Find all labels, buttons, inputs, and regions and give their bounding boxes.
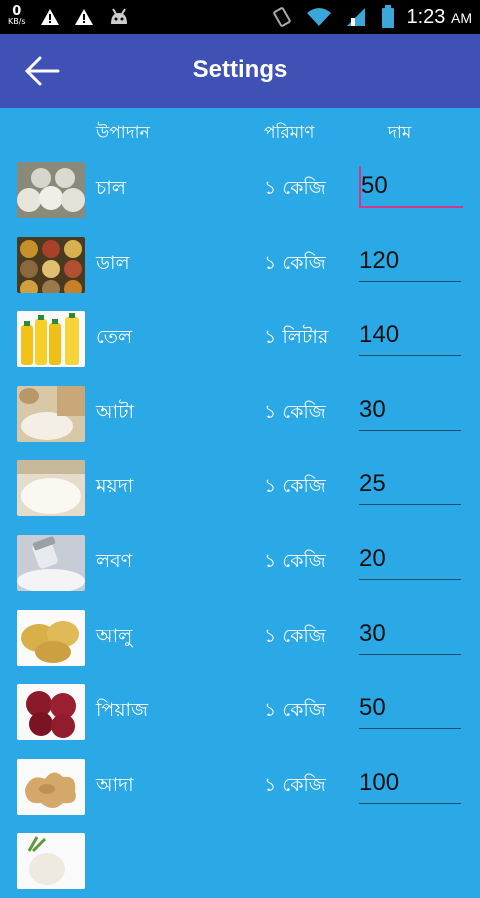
item-name: ময়দা — [96, 475, 134, 498]
warning-icon — [40, 9, 59, 25]
column-header-item: উপাদান — [96, 123, 150, 143]
page-title: Settings — [192, 56, 288, 83]
vibrate-icon — [272, 7, 291, 27]
item-quantity: ১ কেজি — [264, 251, 326, 274]
onion-image — [17, 684, 85, 741]
wifi-icon — [306, 8, 331, 26]
list-item: ময়দা ১ কেজি — [0, 450, 480, 525]
android-debug-icon — [110, 8, 127, 24]
item-name: ডাল — [96, 251, 130, 274]
price-input[interactable] — [359, 688, 461, 730]
price-input[interactable] — [359, 389, 461, 431]
ingredient-list: চাল ১ কেজি ডাল ১ কেজি তেল ১ লিটার আটা ১ … — [0, 152, 480, 898]
potato-image — [17, 609, 85, 666]
list-item: তেল ১ লিটার — [0, 301, 480, 376]
clock-time: 1:23 — [406, 5, 446, 28]
item-quantity: ১ কেজি — [264, 699, 326, 722]
column-header: উপাদান পরিমাণ দাম — [0, 108, 480, 152]
garlic-image — [17, 833, 85, 890]
clock-ampm: AM — [451, 9, 472, 26]
signal-icon — [346, 8, 365, 26]
item-name: পিয়াজ — [96, 699, 149, 722]
list-item: আদা ১ কেজি — [0, 749, 480, 824]
item-quantity: ১ কেজি — [264, 177, 326, 199]
price-input[interactable] — [359, 315, 461, 357]
lentils-image — [17, 236, 85, 293]
item-quantity: ১ কেজি — [264, 773, 326, 796]
price-input[interactable] — [359, 538, 461, 580]
list-item: পিয়াজ ১ কেজি — [0, 674, 480, 749]
atta-flour-image — [17, 385, 85, 442]
item-quantity: ১ কেজি — [264, 400, 326, 423]
price-input[interactable] — [359, 166, 463, 208]
price-input[interactable] — [359, 613, 461, 655]
warning-icon — [74, 9, 93, 25]
column-header-quantity: পরিমাণ — [264, 123, 315, 143]
item-name: আটা — [96, 400, 135, 423]
battery-icon — [381, 5, 394, 28]
price-input[interactable] — [359, 762, 461, 804]
item-quantity: ১ কেজি — [264, 624, 326, 647]
list-item-partial — [0, 823, 480, 898]
list-item: চাল ১ কেজি — [0, 152, 480, 227]
item-quantity: ১ কেজি — [264, 475, 326, 498]
clock: 1:23 AM — [407, 6, 473, 29]
list-item: ডাল ১ কেজি — [0, 227, 480, 302]
item-name: চাল — [96, 177, 126, 199]
item-name: আলু — [96, 624, 133, 647]
ginger-image — [17, 758, 85, 815]
network-speed-unit: KB/s — [8, 17, 26, 26]
salt-image — [17, 534, 85, 591]
item-quantity: ১ লিটার — [264, 326, 329, 349]
item-name: লবণ — [96, 549, 133, 572]
item-name: তেল — [96, 326, 133, 349]
oil-image — [17, 311, 85, 368]
list-item: লবণ ১ কেজি — [0, 525, 480, 600]
app-bar: Settings — [0, 34, 480, 108]
list-item: আটা ১ কেজি — [0, 376, 480, 451]
list-item: আলু ১ কেজি — [0, 600, 480, 675]
price-input[interactable] — [359, 240, 461, 282]
maida-flour-image — [17, 460, 85, 517]
column-header-price: দাম — [388, 123, 412, 143]
status-bar: 0 KB/s 1:23 AM — [0, 0, 480, 34]
item-name: আদা — [96, 773, 134, 796]
network-speed-value: 0 — [12, 4, 22, 19]
price-input[interactable] — [359, 464, 461, 506]
rice-image — [17, 162, 85, 218]
network-speed: 0 KB/s — [8, 4, 26, 27]
item-quantity: ১ কেজি — [264, 549, 326, 572]
